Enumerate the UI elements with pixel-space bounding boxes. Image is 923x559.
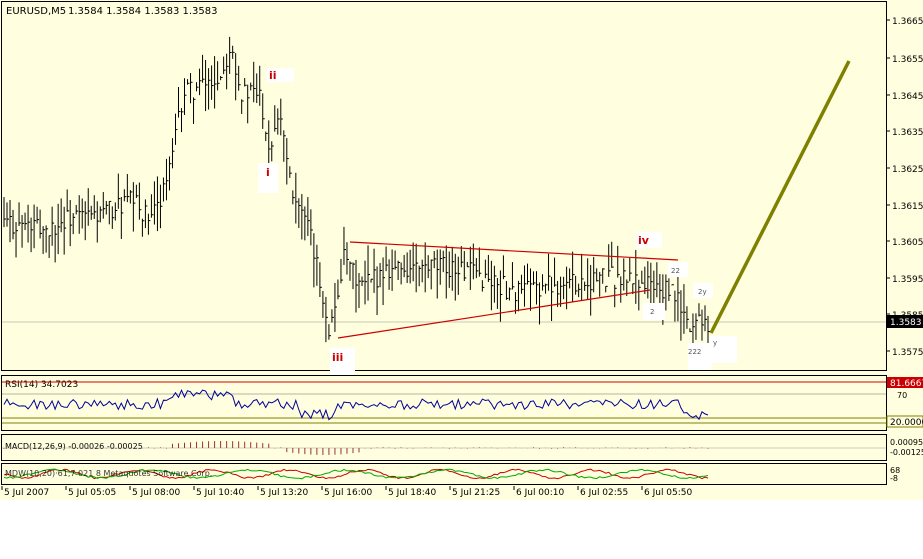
rsi-high-tag-value: 81.6667 bbox=[890, 379, 923, 389]
time-tick-label: 5 Jul 2007 bbox=[4, 488, 49, 498]
subwave-marker: y bbox=[713, 339, 717, 347]
time-tick-label: 5 Jul 18:40 bbox=[388, 488, 437, 498]
subwave-marker: 2 bbox=[650, 308, 654, 316]
price-tick-label: 1.3635 bbox=[892, 128, 923, 138]
macd-indicator-label: MACD(12,26,9) -0.00026 -0.00025 bbox=[5, 442, 143, 451]
price-tick-label: 1.3605 bbox=[892, 238, 923, 248]
chart-window[interactable]: ii i iii iv 22 2 2y y 222 EURUSD,M5 1.35… bbox=[0, 0, 923, 555]
time-tick-label: 5 Jul 21:25 bbox=[452, 488, 500, 498]
time-tick-label: 6 Jul 00:10 bbox=[516, 488, 565, 498]
rsi-axis-label: 70 bbox=[897, 391, 907, 400]
price-tick-label: 1.3665 bbox=[892, 17, 923, 27]
time-tick-label: 6 Jul 02:55 bbox=[580, 488, 628, 498]
bottom-axis-label: -8 bbox=[890, 474, 898, 483]
below-chart-area bbox=[0, 500, 923, 555]
time-axis: 5 Jul 2007 5 Jul 05:05 5 Jul 08:00 5 Jul… bbox=[1, 486, 693, 498]
wave-label-ii: ii bbox=[269, 69, 277, 82]
price-tick-label: 1.3615 bbox=[892, 202, 923, 212]
time-tick-label: 6 Jul 05:50 bbox=[644, 488, 693, 498]
time-tick-label: 5 Jul 16:00 bbox=[324, 488, 373, 498]
time-tick-label: 5 Jul 13:20 bbox=[260, 488, 309, 498]
subwave-marker: 2y bbox=[698, 288, 707, 296]
macd-axis-label: -0.00125 bbox=[890, 448, 923, 457]
wave-label-i: i bbox=[266, 166, 270, 179]
wave-label-iv: iv bbox=[638, 234, 650, 247]
subwave-marker: 222 bbox=[688, 348, 701, 356]
price-tick-label: 1.3575 bbox=[892, 348, 923, 358]
time-tick-label: 5 Jul 08:00 bbox=[132, 488, 181, 498]
symbol-timeframe-label: EURUSD,M5 bbox=[6, 6, 66, 17]
macd-axis-label: 0.00095 bbox=[890, 438, 923, 447]
time-tick-label: 5 Jul 05:05 bbox=[68, 488, 116, 498]
price-tick-label: 1.3655 bbox=[892, 55, 923, 65]
current-price-value: 1.3583 bbox=[890, 318, 922, 328]
price-tick-label: 1.3625 bbox=[892, 165, 923, 175]
chart-canvas[interactable]: ii i iii iv 22 2 2y y 222 EURUSD,M5 1.35… bbox=[0, 0, 923, 555]
price-tick-label: 1.3595 bbox=[892, 275, 923, 285]
rsi-low-tag-value: 20.0000 bbox=[890, 418, 923, 428]
wave-label-iii: iii bbox=[332, 351, 343, 364]
price-tick-label: 1.3645 bbox=[892, 92, 923, 102]
time-tick-label: 5 Jul 10:40 bbox=[196, 488, 245, 498]
ohlc-readout: 1.3584 1.3584 1.3583 1.3583 bbox=[68, 6, 218, 17]
subwave-marker: 22 bbox=[671, 267, 680, 275]
bottom-indicator-label: MDW(10,20)·61,7 021 8 Metaquotes Softwar… bbox=[5, 469, 212, 478]
